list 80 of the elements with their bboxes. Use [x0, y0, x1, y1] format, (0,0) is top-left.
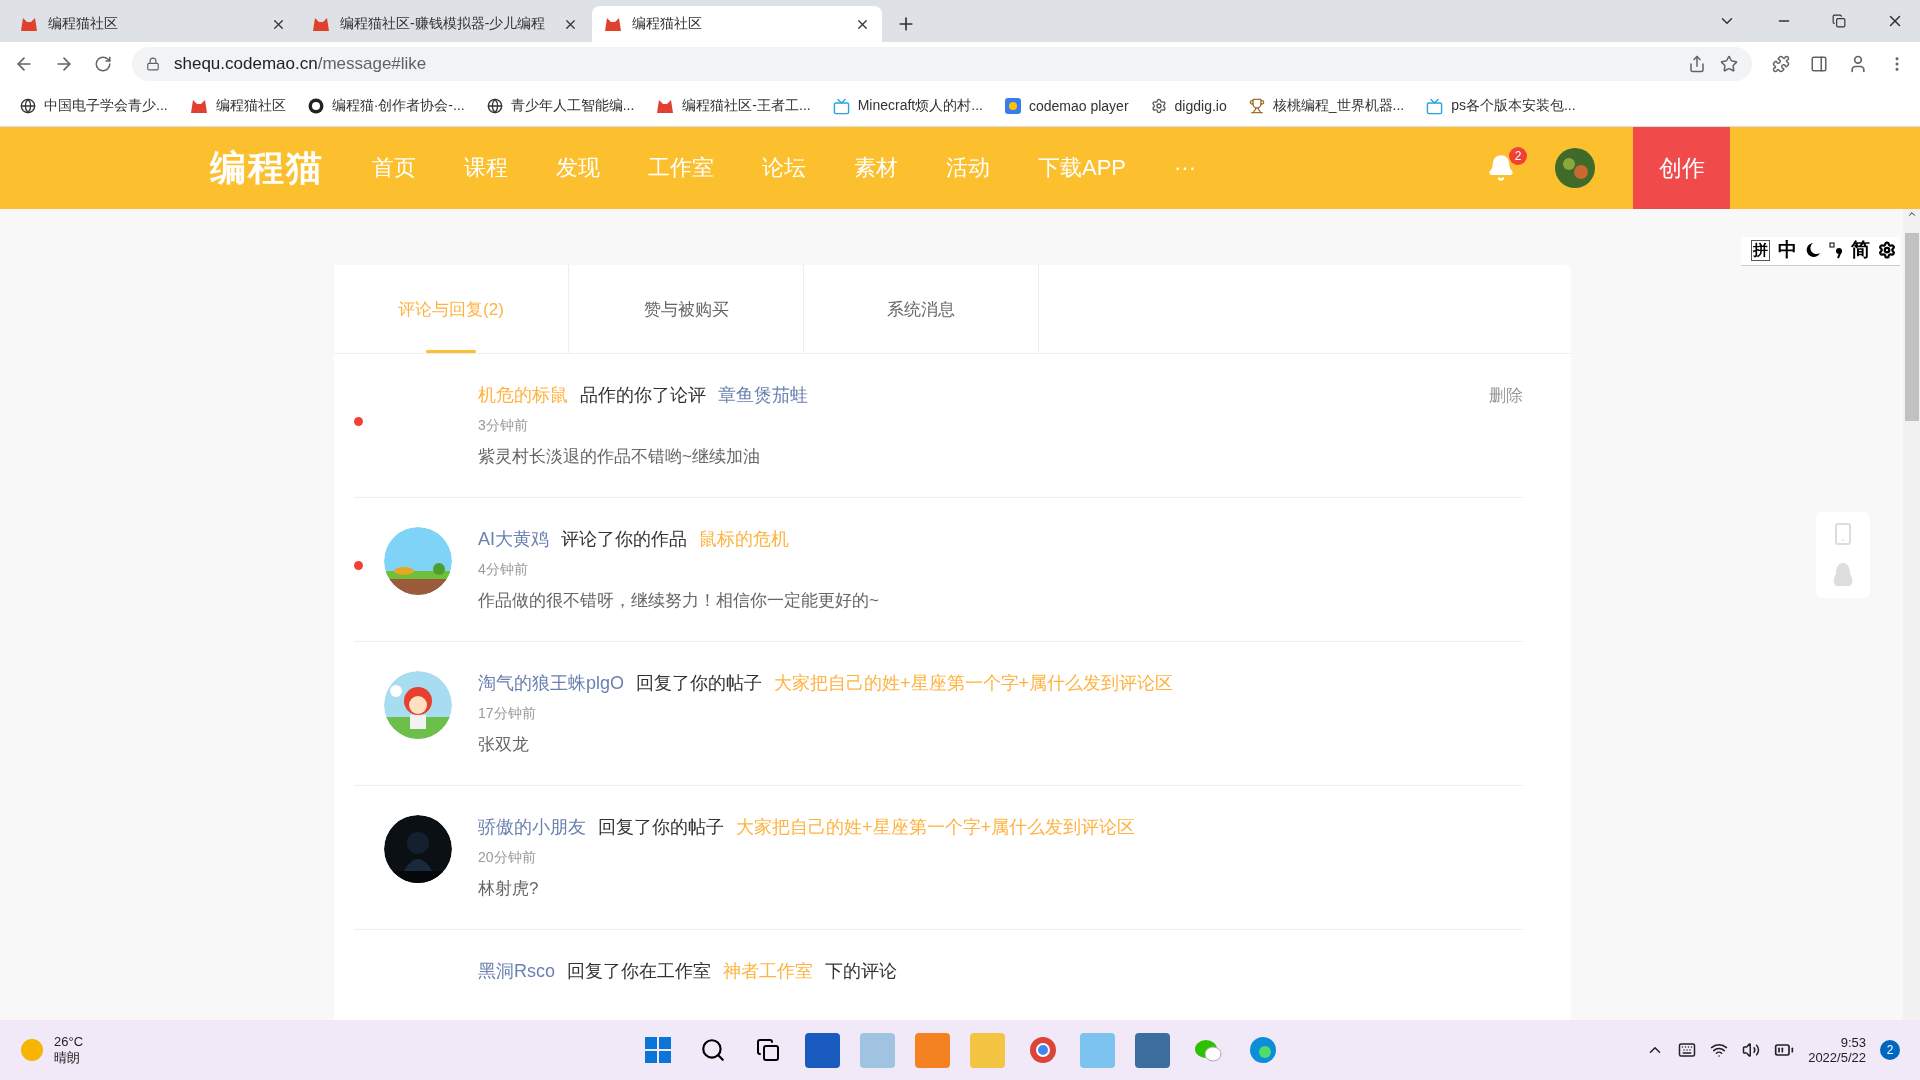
globe-icon: [486, 98, 503, 114]
bookmark[interactable]: 编程猫·创作者协会-...: [307, 97, 465, 115]
clock-time: 9:53: [1840, 1035, 1866, 1050]
tv-icon: [1426, 97, 1444, 115]
bookmark-star-icon[interactable]: [1720, 55, 1738, 73]
create-button[interactable]: 创作: [1633, 127, 1730, 209]
notification-badge: 2: [1509, 147, 1527, 165]
bookmark[interactable]: 编程猫社区: [189, 97, 286, 115]
badge-icon: [307, 98, 324, 114]
ime-script[interactable]: 简: [1851, 237, 1870, 263]
message-text: 回复了你的帖子: [598, 816, 724, 839]
clock-date: 2022/5/22: [1808, 1050, 1866, 1065]
bookmark[interactable]: ps各个版本安装包...: [1426, 97, 1576, 115]
user-name[interactable]: 淘气的狼王蛛plgO: [478, 671, 625, 695]
temperature: 26°C: [54, 1033, 84, 1049]
cat-logo-icon: [604, 16, 622, 32]
tab-title: 编程猫社区-赚钱模拟器-少儿编程: [340, 15, 547, 33]
bookmark[interactable]: digdig.io: [1150, 98, 1227, 114]
message-text: 品作的你了论评: [580, 384, 706, 407]
tab-title: 编程猫社区: [48, 15, 119, 33]
bookmark[interactable]: 中国电子学会青少...: [20, 97, 168, 115]
tab-title: 编程猫社区: [632, 15, 703, 33]
url-host: shequ.codemao.cn: [174, 54, 318, 73]
ime-language[interactable]: 中: [1778, 237, 1797, 263]
notification-count[interactable]: 2: [1880, 1040, 1900, 1060]
browser-tab[interactable]: 编程猫社区: [8, 6, 298, 42]
user-name[interactable]: 骄傲的小朋友: [478, 815, 586, 839]
bookmark[interactable]: 核桃编程_世界机器...: [1248, 97, 1405, 115]
message-text: 回复了你在工作室: [567, 960, 711, 983]
message-text: 回复了你的帖子: [636, 672, 763, 695]
message-content: 作品做的很不错呀，继续努力！相信你一定能更好的~: [478, 590, 880, 612]
user-name[interactable]: 黑洞Rsco: [478, 959, 555, 983]
browser-tab[interactable]: 编程猫社区: [592, 6, 882, 42]
message-time: 4分钟前: [478, 561, 529, 579]
cat-logo-icon: [656, 98, 675, 114]
scrollbar-thumb[interactable]: [1904, 233, 1919, 421]
message-content: 林射虎?: [478, 878, 540, 900]
gear-icon: [1150, 98, 1167, 114]
restore-icon[interactable]: [1832, 14, 1846, 28]
lock-icon: [146, 57, 160, 71]
bookmark[interactable]: 青少年人工智能编...: [486, 97, 635, 115]
message-text[interactable]: 章鱼煲茄蛙: [718, 383, 808, 407]
sun-icon: [20, 1038, 44, 1062]
share-icon[interactable]: [1688, 55, 1706, 73]
message-text: 评论了你的作品: [561, 528, 687, 551]
user-name[interactable]: AI大黄鸡: [478, 527, 549, 551]
url-path: /message#like: [317, 54, 427, 73]
browser-tab[interactable]: 编程猫社区-赚钱模拟器-少儿编程: [300, 6, 590, 42]
reload-icon[interactable]: [94, 55, 112, 73]
bookmark[interactable]: codemao player: [1004, 98, 1129, 114]
bookmark[interactable]: Minecraft烦人的村...: [832, 97, 983, 115]
tv-icon: [832, 97, 850, 115]
message-time: 3分钟前: [478, 417, 529, 435]
app-icon: [1004, 98, 1021, 114]
message-content: 张双龙: [478, 734, 530, 756]
profile-icon[interactable]: [1848, 54, 1868, 74]
side-panel-icon[interactable]: [1810, 55, 1828, 73]
address-bar[interactable]: shequ.codemao.cn/message#like: [132, 47, 1752, 81]
cat-logo-icon: [312, 16, 330, 32]
message-text[interactable]: 下的评论: [825, 959, 897, 983]
extensions-icon[interactable]: [1772, 55, 1790, 73]
message-time: 20分钟前: [478, 849, 537, 867]
weather-text: 晴朗: [54, 1048, 81, 1067]
scroll-up-icon[interactable]: [1906, 209, 1917, 219]
bookmark[interactable]: 编程猫社区-王者工...: [656, 97, 811, 115]
ime-mode[interactable]: 拼: [1751, 239, 1770, 261]
volume-icon[interactable]: [1742, 1041, 1761, 1059]
delete-link[interactable]: 删除: [1489, 383, 1523, 407]
message-time: 17分钟前: [478, 705, 537, 723]
punctuation-icon[interactable]: [1829, 241, 1843, 259]
keyboard-icon[interactable]: [1678, 1041, 1697, 1059]
message-content: 紫灵村长淡退的作品不错哟~继续加油: [478, 446, 761, 468]
trophy-icon: [1248, 98, 1265, 114]
settings-icon[interactable]: [1878, 241, 1896, 259]
moon-icon[interactable]: [1805, 241, 1821, 259]
wifi-icon[interactable]: [1710, 1041, 1729, 1059]
globe-icon: [20, 98, 36, 114]
cat-logo-icon: [189, 98, 208, 114]
cat-logo-icon: [20, 16, 38, 32]
bell-icon[interactable]: [1487, 154, 1515, 182]
